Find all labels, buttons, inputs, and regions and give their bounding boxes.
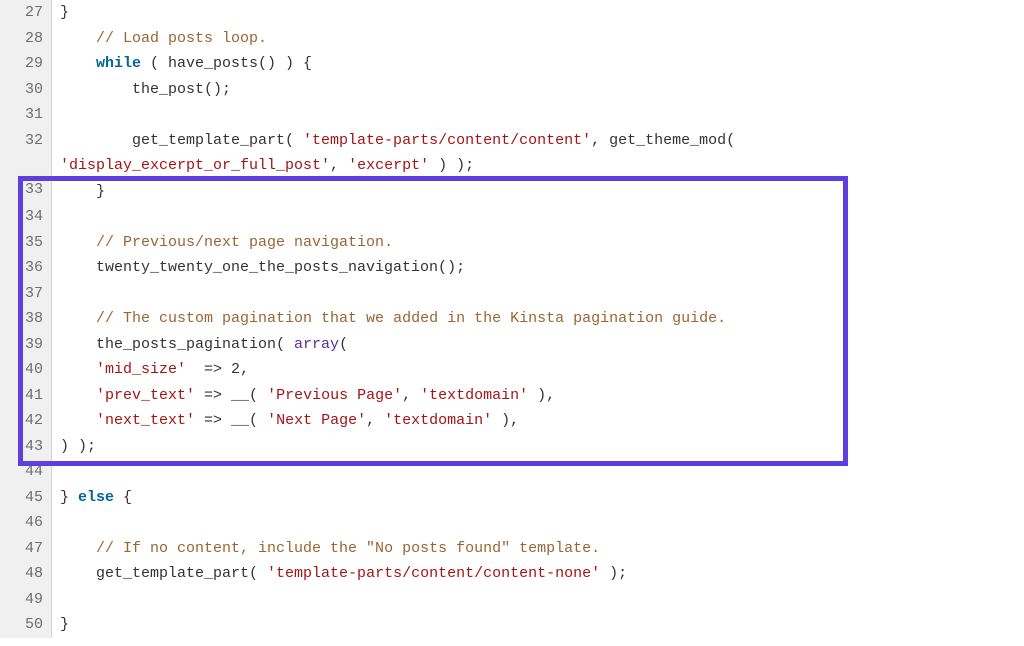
keyword: else xyxy=(78,489,114,506)
line-number: 37 xyxy=(0,281,43,307)
line-number: 32 xyxy=(0,128,43,154)
line-number: 29 xyxy=(0,51,43,77)
string: 'next_text' xyxy=(96,412,195,429)
line-number: 41 xyxy=(0,383,43,409)
brace: } xyxy=(60,4,69,21)
string: 'prev_text' xyxy=(96,387,195,404)
code-line[interactable]: // Previous/next page navigation. xyxy=(60,230,1024,256)
code-line[interactable]: ) ); xyxy=(60,434,1024,460)
line-number: 45 xyxy=(0,485,43,511)
comment: // Previous/next page navigation. xyxy=(96,234,393,251)
number: 2 xyxy=(231,361,240,378)
code-line[interactable]: // If no content, include the "No posts … xyxy=(60,536,1024,562)
line-number: 34 xyxy=(0,204,43,230)
line-number-gutter: 27 28 29 30 31 32 33 34 35 36 37 38 39 4… xyxy=(0,0,52,638)
code-line[interactable]: the_post(); xyxy=(60,77,1024,103)
string: 'template-parts/content/content-none' xyxy=(267,565,600,582)
code-line[interactable]: } xyxy=(60,179,1024,205)
string: 'mid_size' xyxy=(96,361,186,378)
line-number: 40 xyxy=(0,357,43,383)
line-number: 36 xyxy=(0,255,43,281)
code-line[interactable] xyxy=(60,459,1024,485)
line-number: 42 xyxy=(0,408,43,434)
comment: // Load posts loop. xyxy=(96,30,267,47)
code-line[interactable]: } else { xyxy=(60,485,1024,511)
code-line[interactable]: the_posts_pagination( array( xyxy=(60,332,1024,358)
code-line[interactable]: } xyxy=(60,612,1024,638)
code-line[interactable]: get_template_part( 'template-parts/conte… xyxy=(60,561,1024,587)
string: 'textdomain' xyxy=(384,412,492,429)
line-number: 47 xyxy=(0,536,43,562)
string: 'display_excerpt_or_full_post' xyxy=(60,157,330,174)
line-number: 48 xyxy=(0,561,43,587)
code-editor[interactable]: 27 28 29 30 31 32 33 34 35 36 37 38 39 4… xyxy=(0,0,1024,638)
code-line-wrap[interactable]: 'display_excerpt_or_full_post', 'excerpt… xyxy=(60,153,1024,179)
code-area[interactable]: } // Load posts loop. while ( have_posts… xyxy=(52,0,1024,638)
line-number: 43 xyxy=(0,434,43,460)
keyword-array: array xyxy=(294,336,339,353)
code-line[interactable] xyxy=(60,204,1024,230)
code-line[interactable] xyxy=(60,510,1024,536)
line-number: 44 xyxy=(0,459,43,485)
line-number: 49 xyxy=(0,587,43,613)
code-line[interactable] xyxy=(60,587,1024,613)
line-number: 27 xyxy=(0,0,43,26)
string: 'excerpt' xyxy=(348,157,429,174)
line-number: 50 xyxy=(0,612,43,638)
line-number: 39 xyxy=(0,332,43,358)
line-number: 30 xyxy=(0,77,43,103)
line-number: 31 xyxy=(0,102,43,128)
line-number: 35 xyxy=(0,230,43,256)
string: 'template-parts/content/content' xyxy=(303,132,591,149)
comment: // If no content, include the "No posts … xyxy=(96,540,600,557)
code-line[interactable]: get_template_part( 'template-parts/conte… xyxy=(60,128,1024,154)
code-line[interactable]: } xyxy=(60,0,1024,26)
code-line[interactable]: // Load posts loop. xyxy=(60,26,1024,52)
code-line[interactable]: 'prev_text' => __( 'Previous Page', 'tex… xyxy=(60,383,1024,409)
code-line[interactable]: while ( have_posts() ) { xyxy=(60,51,1024,77)
code-line[interactable] xyxy=(60,281,1024,307)
line-number: 46 xyxy=(0,510,43,536)
code-line[interactable] xyxy=(60,102,1024,128)
code-line[interactable]: 'next_text' => __( 'Next Page', 'textdom… xyxy=(60,408,1024,434)
code-line[interactable]: 'mid_size' => 2, xyxy=(60,357,1024,383)
line-number: 33 xyxy=(0,153,43,204)
code-line[interactable]: // The custom pagination that we added i… xyxy=(60,306,1024,332)
string: 'Next Page' xyxy=(267,412,366,429)
string: 'textdomain' xyxy=(420,387,528,404)
code-line[interactable]: twenty_twenty_one_the_posts_navigation()… xyxy=(60,255,1024,281)
comment: // The custom pagination that we added i… xyxy=(96,310,726,327)
string: 'Previous Page' xyxy=(267,387,402,404)
line-number: 28 xyxy=(0,26,43,52)
keyword: while xyxy=(96,55,141,72)
line-number: 38 xyxy=(0,306,43,332)
